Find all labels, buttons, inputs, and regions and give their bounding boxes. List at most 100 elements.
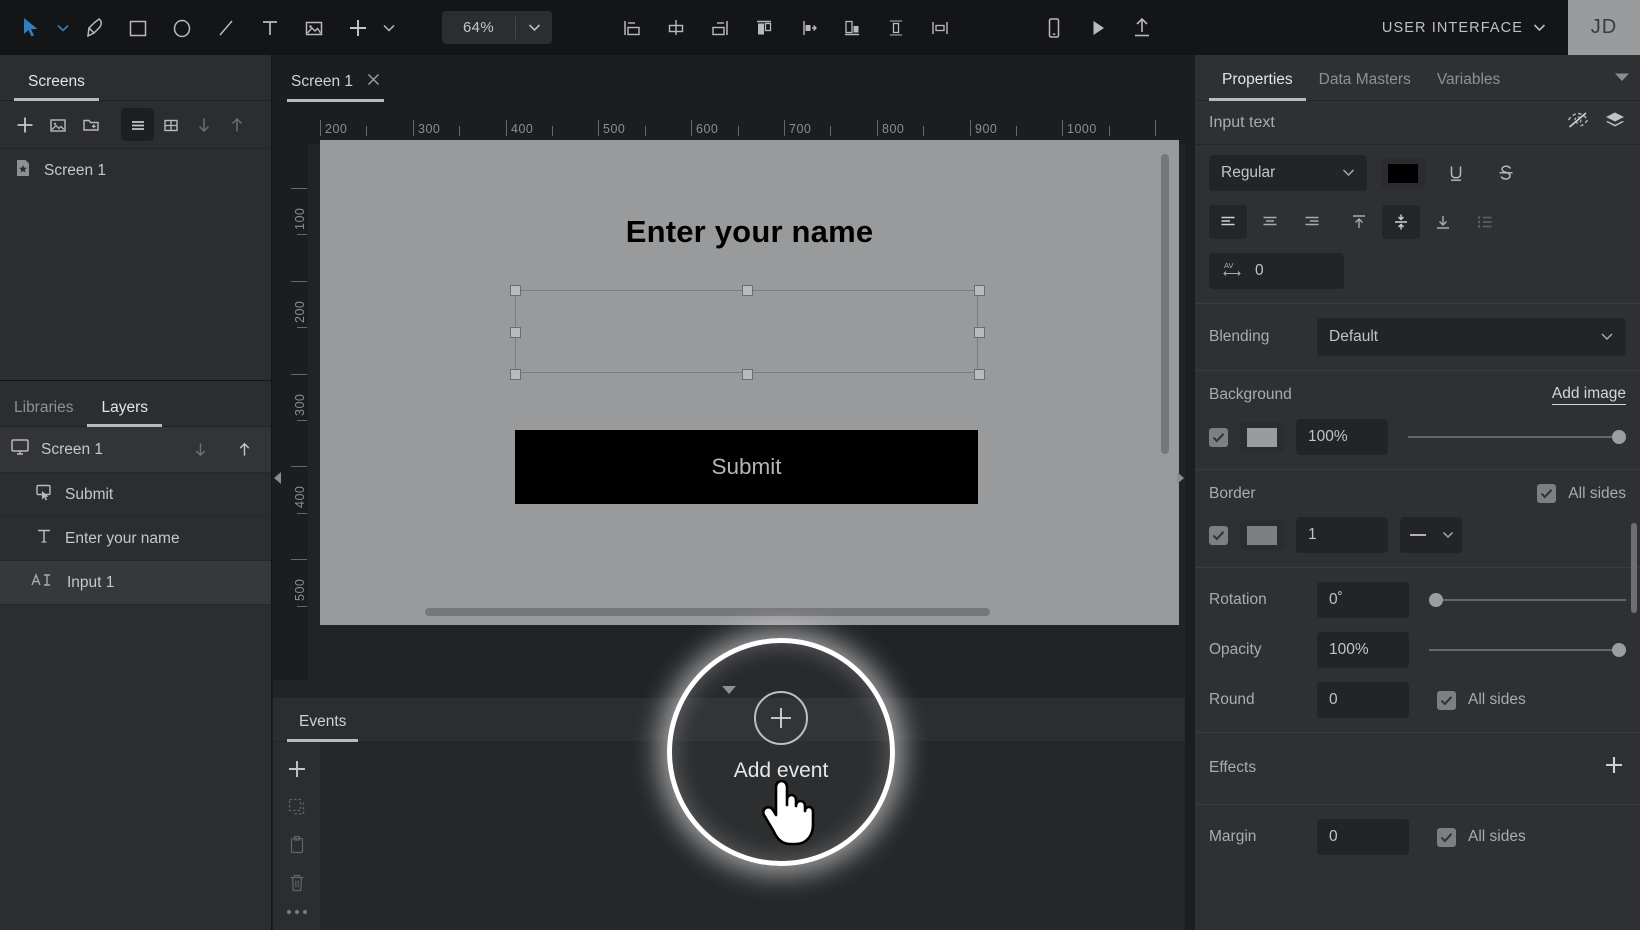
zoom-control[interactable]: 64% [442,11,552,44]
artboard[interactable]: Enter your name Submit [320,140,1179,625]
background-opacity-input[interactable]: 100% [1296,419,1388,455]
text-valign-middle-button[interactable] [1382,205,1420,239]
close-icon[interactable] [367,73,380,91]
align-top-icon[interactable] [742,0,786,55]
add-event-spotlight[interactable]: Add event [667,638,895,866]
canvas-horizontal-scrollbar[interactable] [425,608,990,616]
zoom-chevron-down-icon[interactable] [516,23,552,32]
align-right-icon[interactable] [698,0,742,55]
add-screen-image-button[interactable] [41,108,74,141]
resize-handle-e[interactable] [974,327,985,338]
border-color-swatch-button[interactable] [1240,520,1284,550]
layer-root-screen[interactable]: Screen 1 [0,427,271,473]
pen-tool[interactable] [72,0,116,55]
layer-item-input-1[interactable]: Input 1 [0,561,271,605]
upload-arrow-icon[interactable] [1120,0,1164,55]
strikethrough-button[interactable] [1487,156,1525,190]
grid-view-button[interactable] [154,108,187,141]
border-style-select[interactable] [1400,517,1462,553]
opacity-input[interactable]: 100% [1317,632,1409,668]
more-options-button[interactable] [273,910,320,914]
avatar[interactable]: JD [1568,0,1640,55]
align-bottom-icon[interactable] [830,0,874,55]
tab-properties[interactable]: Properties [1209,71,1306,101]
layer-item-submit[interactable]: Submit [0,473,271,517]
add-image-link[interactable]: Add image [1551,385,1626,405]
letter-spacing-input[interactable]: AV 0 [1209,253,1344,289]
tab-libraries[interactable]: Libraries [0,399,87,427]
distribute-h-icon[interactable] [918,0,962,55]
move-down-button[interactable] [187,108,220,141]
eye-hidden-icon[interactable] [1566,110,1590,135]
properties-scroll-area[interactable]: Regular AV 0 Blending Default Background… [1195,145,1640,930]
mobile-device-icon[interactable] [1032,0,1076,55]
background-enabled-checkbox[interactable] [1209,427,1228,447]
background-opacity-slider[interactable] [1408,427,1626,447]
properties-vertical-scrollbar[interactable] [1631,523,1637,613]
text-align-left-button[interactable] [1209,205,1247,239]
layer-item-enter-your-name[interactable]: Enter your name [0,517,271,561]
bullet-list-button[interactable] [1466,205,1504,239]
slider-knob[interactable] [1429,593,1443,607]
layer-move-down-button[interactable] [184,433,217,466]
tab-layers[interactable]: Layers [87,399,162,427]
rectangle-tool[interactable] [116,0,160,55]
text-align-center-button[interactable] [1251,205,1289,239]
tab-screens[interactable]: Screens [14,73,99,101]
background-color-swatch-button[interactable] [1240,422,1284,452]
rotation-input[interactable]: 0˚ [1317,582,1409,618]
add-tool[interactable] [336,0,380,55]
blending-select[interactable]: Default [1317,318,1626,356]
delete-event-button[interactable] [277,864,317,902]
layers-stack-icon[interactable] [1604,110,1626,135]
margin-all-sides-checkbox[interactable] [1437,827,1456,847]
collapse-left-arrow-icon[interactable] [272,470,284,491]
tab-events[interactable]: Events [287,713,359,742]
resize-handle-w[interactable] [510,327,521,338]
resize-handle-nw[interactable] [510,285,521,296]
resize-handle-ne[interactable] [974,285,985,296]
opacity-slider[interactable] [1429,640,1626,660]
duplicate-event-button[interactable] [277,788,317,826]
text-tool[interactable] [248,0,292,55]
text-valign-bottom-button[interactable] [1424,205,1462,239]
add-folder-button[interactable] [74,108,107,141]
layer-move-up-button[interactable] [228,433,261,466]
slider-knob[interactable] [1612,430,1626,444]
font-weight-select[interactable]: Regular [1209,155,1367,191]
resize-handle-se[interactable] [974,369,985,380]
tab-data-masters[interactable]: Data Masters [1306,71,1424,100]
play-icon[interactable] [1076,0,1120,55]
artboard-viewport[interactable]: Enter your name Submit [320,140,1179,625]
project-selector[interactable]: USER INTERFACE [1382,20,1568,36]
artboard-submit-button[interactable]: Submit [515,430,978,504]
ruler-vertical[interactable]: 100 200 300 400 500 [273,144,308,680]
text-color-swatch-button[interactable] [1381,158,1425,188]
resize-handle-n[interactable] [742,285,753,296]
paste-event-button[interactable] [277,826,317,864]
screen-list-item[interactable]: Screen 1 [0,149,271,192]
add-effect-button[interactable] [1602,753,1626,782]
round-all-sides-checkbox[interactable] [1437,690,1456,710]
line-tool[interactable] [204,0,248,55]
chevron-down-icon[interactable] [54,24,72,32]
distribute-v-icon[interactable] [874,0,918,55]
border-all-sides-checkbox[interactable] [1537,484,1557,503]
resize-handle-sw[interactable] [510,369,521,380]
align-left-icon[interactable] [610,0,654,55]
ruler-horizontal[interactable]: 200 300 400 500 600 700 800 900 1000 [273,102,1185,144]
border-enabled-checkbox[interactable] [1209,525,1228,545]
list-view-button[interactable] [121,108,154,141]
round-input[interactable]: 0 [1317,682,1409,718]
rotation-slider[interactable] [1429,590,1626,610]
ellipse-tool[interactable] [160,0,204,55]
text-valign-top-button[interactable] [1340,205,1378,239]
underline-button[interactable] [1437,156,1475,190]
add-event-button[interactable] [277,750,317,788]
tabbar-overflow-chevron-down-icon[interactable] [1614,69,1630,87]
image-tool[interactable] [292,0,336,55]
select-tool[interactable] [10,0,54,55]
add-screen-button[interactable] [8,108,41,141]
slider-knob[interactable] [1612,643,1626,657]
canvas-vertical-scrollbar[interactable] [1161,154,1169,454]
